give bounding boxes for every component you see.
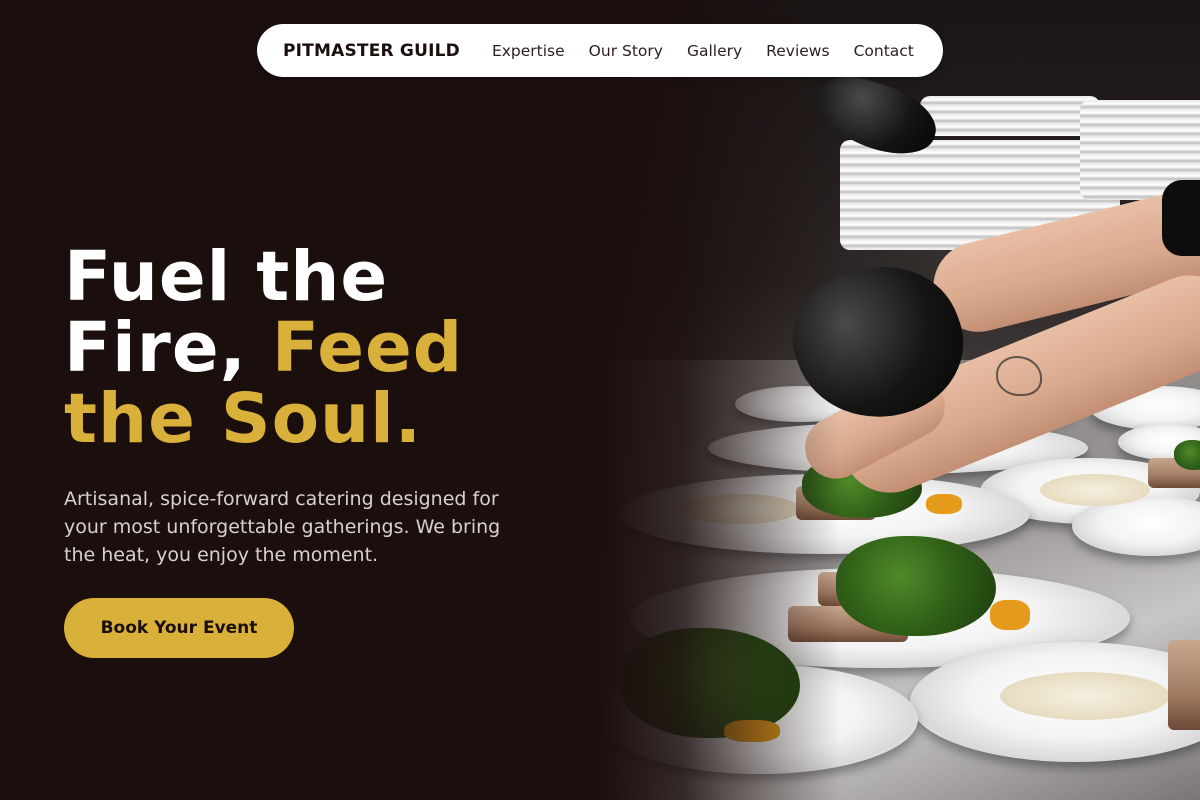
nav-link-expertise[interactable]: Expertise [492, 42, 565, 60]
hero-photo [600, 0, 1200, 800]
headline-gold-part-2: the Soul. [64, 379, 423, 459]
book-event-button[interactable]: Book Your Event [64, 598, 294, 658]
meat-slice [1168, 640, 1200, 730]
nav-link-contact[interactable]: Contact [854, 42, 914, 60]
sauce [1040, 474, 1150, 506]
plate-stack [920, 96, 1100, 136]
hero-section: Fuel the Fire, Feed the Soul. Artisanal,… [64, 242, 584, 569]
greens-garnish [836, 536, 996, 636]
nav-links: Expertise Our Story Gallery Reviews Cont… [492, 42, 914, 60]
headline-gold-part: Feed [271, 308, 464, 388]
carrot [990, 600, 1030, 630]
sauce [1000, 672, 1170, 720]
nav-link-our-story[interactable]: Our Story [589, 42, 663, 60]
photo-fade-overlay [600, 0, 840, 800]
carrot [926, 494, 962, 514]
brand-logo[interactable]: PITMASTER GUILD [283, 41, 460, 61]
hero-headline: Fuel the Fire, Feed the Soul. [64, 242, 584, 455]
hero-subtitle: Artisanal, spice-forward catering design… [64, 488, 501, 566]
nav-link-reviews[interactable]: Reviews [766, 42, 829, 60]
top-navigation: PITMASTER GUILD Expertise Our Story Gall… [257, 24, 943, 77]
tattoo [996, 356, 1042, 396]
black-sleeve [1162, 180, 1200, 256]
nav-link-gallery[interactable]: Gallery [687, 42, 742, 60]
